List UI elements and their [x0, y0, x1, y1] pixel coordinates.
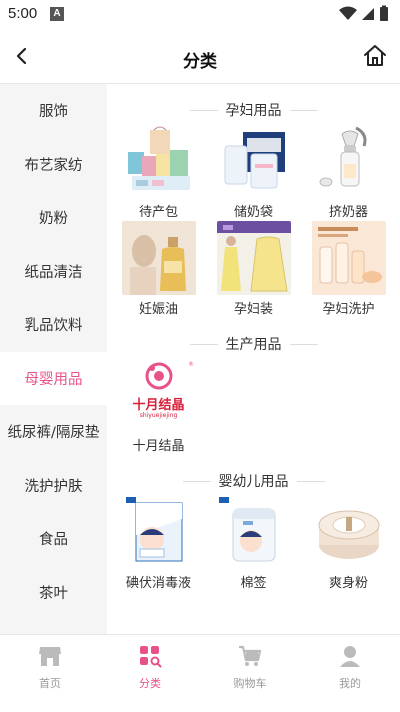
maternity-dress-image — [216, 221, 291, 295]
notification-icon: A — [50, 7, 64, 21]
nav-item[interactable]: 分类 — [100, 635, 200, 694]
nav-item[interactable]: 我的 — [300, 635, 400, 694]
sidebar-item-label: 纸品清洁 — [24, 264, 83, 281]
nav-item[interactable]: 首页 — [0, 635, 100, 694]
subcategory-label: 孕妇装 — [233, 302, 273, 317]
divider-line — [289, 343, 318, 345]
sidebar-item[interactable]: 奶粉 — [0, 191, 107, 245]
logo-text: 十月结晶 — [132, 398, 185, 413]
breast-pump-image — [311, 124, 386, 198]
subcategory-label: 储奶袋 — [233, 205, 273, 220]
shiyuejiejing-logo: ® 十月结晶 shiyuejiejing — [121, 358, 196, 432]
sidebar-item-label: 洗护护肤 — [24, 478, 83, 495]
subcategory-item[interactable]: 孕妇洗护 — [301, 221, 396, 318]
subcategory-grid: 待产包 储奶袋 挤奶器妊娠油 孕妇装 孕妇洗护 — [107, 124, 400, 318]
baby-powder-image — [311, 495, 386, 569]
subcategory-panel[interactable]: 孕妇用品 待产包 储奶袋 挤奶器 妊娠油 孕妇装 孕妇洗护 生产用品 ® 十月结晶 shiyueji… — [107, 84, 400, 634]
sidebar-item[interactable]: 纸尿裤/隔尿垫 — [0, 405, 107, 459]
svg-text:®: ® — [188, 361, 194, 368]
divider-line — [182, 480, 211, 482]
section-title: 婴幼儿用品 — [218, 474, 289, 490]
status-time: 5:00 — [8, 5, 38, 22]
subcategory-item[interactable]: 待产包 — [111, 124, 206, 221]
sidebar-item[interactable]: 洗护护肤 — [0, 459, 107, 513]
divider-line — [296, 480, 325, 482]
cotton-swab-image — [216, 495, 291, 569]
sidebar-item[interactable]: 布艺家纺 — [0, 138, 107, 192]
subcategory-label: 待产包 — [138, 205, 178, 220]
section-title: 孕妇用品 — [225, 103, 282, 119]
sidebar-item-label: 奶粉 — [39, 211, 68, 228]
wifi-icon — [339, 6, 357, 20]
divider-line — [189, 109, 218, 111]
section-title: 生产用品 — [225, 337, 282, 353]
section-header: 孕妇用品 — [107, 96, 400, 124]
battery-icon — [380, 7, 388, 21]
sidebar-item-label: 食品 — [39, 532, 68, 549]
subcategory-label: 孕妇洗护 — [322, 302, 375, 317]
subcategory-label: 挤奶器 — [328, 205, 368, 220]
store-icon — [37, 643, 63, 669]
signal-icon — [362, 8, 374, 20]
sidebar-item-label: 纸尿裤/隔尿垫 — [7, 425, 100, 442]
subcategory-item[interactable]: 碘伏消毒液 — [111, 495, 206, 592]
subcategory-item[interactable]: ® 十月结晶 shiyuejiejing 十月结晶 — [111, 358, 206, 455]
nav-item[interactable]: 购物车 — [200, 635, 300, 694]
subcategory-item[interactable]: 棉签 — [206, 495, 301, 592]
subcategory-item[interactable]: 妊娠油 — [111, 221, 206, 318]
subcategory-grid: ® 十月结晶 shiyuejiejing 十月结晶 — [107, 358, 400, 455]
cart-icon — [237, 643, 263, 669]
iodine-disinfectant-image — [121, 495, 196, 569]
nav-label: 购物车 — [233, 677, 267, 690]
gesture-bar — [0, 694, 400, 712]
sidebar-item-label: 茶叶 — [39, 585, 68, 602]
home-icon[interactable] — [362, 43, 388, 69]
nav-label: 分类 — [139, 677, 161, 690]
subcategory-item[interactable]: 爽身粉 — [301, 495, 396, 592]
nav-label: 我的 — [339, 677, 361, 690]
pregnancy-oil-image — [121, 221, 196, 295]
status-bar: 5:00 A — [0, 0, 400, 28]
breast-milk-bag-image — [216, 124, 291, 198]
sidebar-item-label: 布艺家纺 — [24, 157, 83, 174]
subcategory-label: 碘伏消毒液 — [125, 576, 191, 591]
subcategory-label: 妊娠油 — [138, 302, 178, 317]
sidebar-item[interactable]: 纸品清洁 — [0, 245, 107, 299]
subcategory-item[interactable]: 孕妇装 — [206, 221, 301, 318]
user-icon — [337, 643, 363, 669]
nav-label: 首页 — [39, 677, 61, 690]
maternity-kit-image — [121, 124, 196, 198]
category-sidebar[interactable]: 服饰布艺家纺奶粉纸品清洁乳品饮料母婴用品纸尿裤/隔尿垫 洗护护肤食品茶叶 — [0, 84, 107, 634]
section-header: 婴幼儿用品 — [107, 467, 400, 495]
bottom-nav: 首页 分类 购物车 我的 — [0, 634, 400, 694]
page-title: 分类 — [183, 52, 217, 72]
subcategory-label: 爽身粉 — [328, 576, 368, 591]
sidebar-item-label: 服饰 — [39, 104, 68, 121]
status-icons — [339, 5, 388, 21]
divider-line — [189, 343, 218, 345]
sidebar-item[interactable]: 食品 — [0, 512, 107, 566]
subcategory-label: 棉签 — [240, 576, 267, 591]
logo-subtext: shiyuejiejing — [139, 412, 178, 419]
section-header: 生产用品 — [107, 330, 400, 358]
subcategory-item[interactable]: 挤奶器 — [301, 124, 396, 221]
sidebar-item[interactable]: 茶叶 — [0, 566, 107, 620]
sidebar-item[interactable]: 乳品饮料 — [0, 298, 107, 352]
sidebar-item-label: 乳品饮料 — [24, 318, 83, 335]
header: 分类 — [0, 28, 400, 84]
sidebar-item[interactable]: 服饰 — [0, 84, 107, 138]
sidebar-item-label: 母婴用品 — [24, 371, 83, 388]
subcategory-item[interactable]: 储奶袋 — [206, 124, 301, 221]
subcategory-grid: 碘伏消毒液 棉签 爽身粉 — [107, 495, 400, 592]
maternity-care-image — [311, 221, 386, 295]
subcategory-label: 十月结晶 — [132, 439, 185, 454]
divider-line — [289, 109, 318, 111]
category-icon — [137, 643, 163, 669]
sidebar-item[interactable]: 母婴用品 — [0, 351, 107, 405]
